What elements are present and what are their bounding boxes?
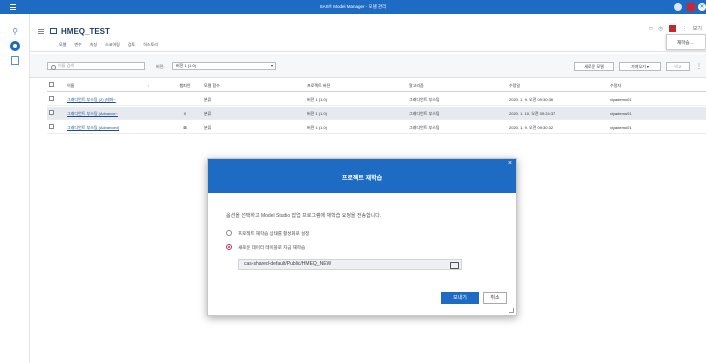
header-tools: □ ◷ ⋮ 보기 xyxy=(649,25,702,32)
option-activate-radio[interactable] xyxy=(226,230,232,236)
window-icon[interactable]: □ xyxy=(649,26,652,32)
algorithm-cell: 그래디언트 부스팅 xyxy=(409,125,440,130)
menu-item-retrain[interactable]: 재학습... xyxy=(677,40,705,46)
data-table-path-field[interactable]: cas-shared-default/Public/HMEQ_NEW xyxy=(238,259,462,270)
project-icon xyxy=(50,28,57,34)
import-button[interactable]: 가져오기 ▾ xyxy=(619,62,661,71)
model-name-link[interactable]: 그래디언트 부스팅 (Advanced) xyxy=(67,125,152,131)
app-titlebar: SAS® Model Manager - 모델 관리 ✕ xyxy=(0,0,706,14)
table-row[interactable]: 그래디언트 부스팅 (Advance~ X 분류 버전 1 (1.0) 그래디언… xyxy=(47,107,706,120)
hierarchy-icon[interactable]: ⚲ xyxy=(10,27,20,37)
project-title: HMEQ_TEST xyxy=(61,26,110,36)
col-modified[interactable]: 수정일 xyxy=(509,83,520,89)
send-button[interactable]: 보내기 xyxy=(441,292,479,304)
row-checkbox[interactable] xyxy=(49,110,54,115)
col-name[interactable]: 이름 xyxy=(67,83,152,89)
sort-icon[interactable]: ↑ xyxy=(147,83,149,88)
version-cell: 버전 1 (1.0) xyxy=(307,125,328,130)
col-function[interactable]: 모델 함수 xyxy=(204,83,220,89)
models-icon[interactable] xyxy=(10,41,20,51)
version-label: 버전: xyxy=(156,64,165,69)
document-icon[interactable] xyxy=(11,56,19,65)
retrain-dialog: 프로젝트 재학습 × 옵션을 선택하고 Model Studio 잡업 프로그램… xyxy=(207,158,517,316)
col-version[interactable]: 프로젝트 버전 xyxy=(307,83,330,89)
row-checkbox[interactable] xyxy=(49,96,54,101)
col-champion[interactable]: 챔피언 xyxy=(175,83,195,89)
option-retrain-now-radio[interactable] xyxy=(226,244,232,250)
modified-cell: 2020. 1. 10. 오전 09:24:37 xyxy=(509,111,556,116)
select-all-checkbox[interactable] xyxy=(49,82,54,87)
modifier-cell: viyademo01 xyxy=(610,97,632,102)
champion-cell: X xyxy=(183,111,187,116)
project-header: HMEQ_TEST xyxy=(38,26,110,36)
modifier-cell: viyademo01 xyxy=(610,111,632,116)
model-name-link[interactable]: 그래디언트 부스팅 (2) (테마~ xyxy=(67,97,152,103)
flag-icon[interactable] xyxy=(687,3,695,11)
close-icon[interactable]: ✕ xyxy=(698,3,706,11)
col-algorithm[interactable]: 알고리즘 xyxy=(409,83,424,89)
table-row[interactable]: 그래디언트 부스팅 (Advanced) ⊠ 분류 버전 1 (1.0) 그래디… xyxy=(47,121,706,134)
version-cell: 버전 1 (1.0) xyxy=(307,97,328,102)
more-icon[interactable]: ⋮ xyxy=(682,26,687,32)
row-checkbox[interactable] xyxy=(49,124,54,129)
dialog-close-icon[interactable]: × xyxy=(508,160,512,167)
champion-cell: ⊠ xyxy=(183,125,187,130)
version-select[interactable]: 버전 1 (1.0) xyxy=(172,62,276,70)
search-input[interactable]: 이름 검색 xyxy=(47,62,145,70)
dialog-title: 프로젝트 재학습 xyxy=(341,176,383,182)
function-cell: 분류 xyxy=(204,125,212,130)
modifier-cell: viyademo01 xyxy=(610,125,632,130)
view-button[interactable]: 보기 xyxy=(693,25,702,32)
version-cell: 버전 1 (1.0) xyxy=(307,111,328,116)
new-model-button[interactable]: 새로운 모델 xyxy=(574,62,614,71)
table-row[interactable]: 그래디언트 부스팅 (2) (테마~ 분류 버전 1 (1.0) 그래디언트 부… xyxy=(47,93,706,106)
list-menu-icon[interactable] xyxy=(38,28,44,34)
table-header: 이름 ↑ 챔피언 모델 함수 프로젝트 버전 알고리즘 수정일 수정자 xyxy=(47,79,706,92)
models-toolbar: 이름 검색 버전: 버전 1 (1.0) 새로운 모델 가져오기 ▾ 비교 ⋮ xyxy=(30,54,706,78)
function-cell: 분류 xyxy=(204,97,212,102)
modified-cell: 2020. 1. 9. 오전 09:30:32 xyxy=(509,125,554,130)
model-name-link[interactable]: 그래디언트 부스팅 (Advance~ xyxy=(67,111,152,117)
left-nav-rail: ⚲ xyxy=(0,14,30,363)
function-cell: 분류 xyxy=(204,111,212,116)
tab-divider xyxy=(30,51,706,52)
compare-button[interactable]: 비교 xyxy=(666,62,690,71)
dialog-description: 옵션을 선택하고 Model Studio 잡업 프로그램에 재학습 요청을 전… xyxy=(226,213,382,219)
option-retrain-now-label[interactable]: 새로운 데이터 테이블로 지금 재학습 xyxy=(238,245,305,251)
cancel-button[interactable]: 취소 xyxy=(483,292,507,304)
more-actions-icon[interactable]: ⋮ xyxy=(696,63,702,70)
history-icon[interactable]: ◷ xyxy=(658,26,662,32)
resize-grip-icon[interactable] xyxy=(509,308,514,313)
flag-button[interactable] xyxy=(668,25,676,32)
algorithm-cell: 그래디언트 부스팅 xyxy=(409,111,440,116)
col-modifier[interactable]: 수정자 xyxy=(610,83,621,89)
actions-menu: 재학습... xyxy=(666,34,706,50)
app-title: SAS® Model Manager - 모델 관리 xyxy=(319,4,387,9)
algorithm-cell: 그래디언트 부스팅 xyxy=(409,97,440,102)
dialog-header: 프로젝트 재학습 × xyxy=(208,159,516,193)
modified-cell: 2020. 1. 9. 오전 09:30:36 xyxy=(509,97,554,102)
option-activate-label[interactable]: 프로젝트 재학습 상태를 활성화로 설정 xyxy=(238,231,309,237)
folder-icon[interactable] xyxy=(447,260,460,269)
user-icon[interactable] xyxy=(674,3,682,11)
